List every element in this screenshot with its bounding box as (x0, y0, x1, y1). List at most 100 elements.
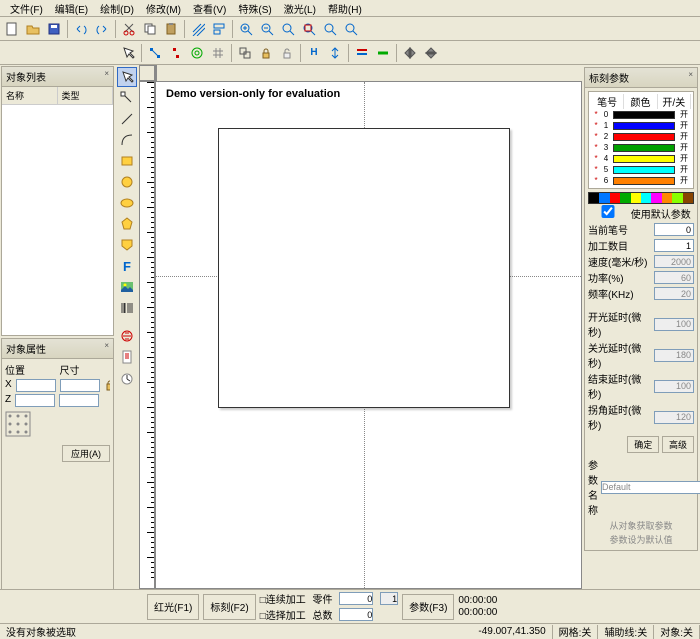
line-tool-icon[interactable] (117, 109, 137, 129)
adv-button[interactable]: 高级 (662, 436, 694, 453)
pen-row[interactable]: *5开 (591, 164, 691, 175)
speed-input[interactable] (654, 255, 694, 268)
circle-tool-icon[interactable] (117, 172, 137, 192)
zoom-sel-icon[interactable] (341, 19, 361, 39)
pen-table[interactable]: 笔号颜色开/关 *0开*1开*2开*3开*4开*5开*6开 (588, 91, 694, 189)
pen-row[interactable]: *3开 (591, 142, 691, 153)
new-icon[interactable] (2, 19, 22, 39)
z-size-input[interactable] (59, 394, 99, 407)
col-name[interactable]: 名称 (2, 87, 58, 104)
ok-button[interactable]: 确定 (627, 436, 659, 453)
pick-icon[interactable] (118, 43, 138, 63)
param-button[interactable]: 参数(F3) (402, 594, 454, 620)
menu-help[interactable]: 帮助(H) (322, 1, 368, 16)
cur-pen-input[interactable] (654, 223, 694, 236)
group-icon[interactable] (235, 43, 255, 63)
star-tool-icon[interactable] (117, 235, 137, 255)
mirror-v-icon[interactable] (421, 43, 441, 63)
rect-tool-icon[interactable] (117, 151, 137, 171)
align-h-icon[interactable]: H (304, 43, 324, 63)
hatch-icon[interactable] (188, 19, 208, 39)
poly-delay-input[interactable] (654, 411, 694, 424)
paste-icon[interactable] (161, 19, 181, 39)
zoom-fit-icon[interactable] (278, 19, 298, 39)
zoom-out-icon[interactable] (257, 19, 277, 39)
zoom-all-icon[interactable] (320, 19, 340, 39)
part-input[interactable] (339, 592, 373, 605)
use-default-check[interactable]: 使用默认参数 (588, 205, 691, 221)
zoom-window-icon[interactable] (299, 19, 319, 39)
lock-icon[interactable] (104, 379, 110, 391)
freq-input[interactable] (654, 287, 694, 300)
grid-icon[interactable] (208, 43, 228, 63)
polygon-tool-icon[interactable] (117, 214, 137, 234)
color-palette[interactable] (588, 192, 694, 204)
z-pos-input[interactable] (15, 394, 55, 407)
cut-icon[interactable] (119, 19, 139, 39)
select-tool-icon[interactable] (117, 67, 137, 87)
link-from-obj[interactable]: 从对象获取参数 (588, 519, 694, 532)
text-tool-icon[interactable] (352, 43, 372, 63)
zoom-in-icon[interactable] (236, 19, 256, 39)
col-type[interactable]: 类型 (58, 87, 114, 104)
menu-draw[interactable]: 绘制(D) (94, 1, 140, 16)
defname-input[interactable] (601, 481, 700, 494)
menu-special[interactable]: 特殊(S) (232, 1, 277, 16)
close-icon[interactable]: × (104, 341, 109, 356)
undo-icon[interactable] (71, 19, 91, 39)
power-input[interactable] (654, 271, 694, 284)
loop-input[interactable] (654, 239, 694, 252)
total-input[interactable] (339, 608, 373, 621)
node-edit2-icon[interactable] (166, 43, 186, 63)
barcode-tool-icon[interactable] (117, 298, 137, 318)
status-guide[interactable]: 辅助线:关 (598, 625, 654, 639)
align-v-icon[interactable] (325, 43, 345, 63)
x-size-input[interactable] (60, 379, 100, 392)
close-icon[interactable]: × (104, 69, 109, 84)
menu-modify[interactable]: 修改(M) (140, 1, 187, 16)
hatch-tool-icon[interactable] (117, 326, 137, 346)
pen-row[interactable]: *4开 (591, 153, 691, 164)
vector-file-icon[interactable] (117, 347, 137, 367)
menu-file[interactable]: 文件(F) (4, 1, 49, 16)
text-tool-icon[interactable]: F (117, 256, 137, 276)
status-obj[interactable]: 对象:关 (654, 625, 700, 639)
lock-icon[interactable] (256, 43, 276, 63)
timer-tool-icon[interactable] (117, 368, 137, 388)
end-delay-input[interactable] (654, 380, 694, 393)
node-tool-icon[interactable] (117, 88, 137, 108)
ellipse-tool-icon[interactable] (117, 193, 137, 213)
pen-row[interactable]: *6开 (591, 175, 691, 186)
anchor-grid-icon[interactable] (5, 411, 105, 441)
on-delay-input[interactable] (654, 318, 694, 331)
snap-icon[interactable] (187, 43, 207, 63)
mirror-h-icon[interactable] (400, 43, 420, 63)
redo-icon[interactable] (92, 19, 112, 39)
open-icon[interactable] (23, 19, 43, 39)
menu-edit[interactable]: 编辑(E) (49, 1, 94, 16)
menu-laser[interactable]: 激光(L) (278, 1, 322, 16)
curve-tool-icon[interactable] (117, 130, 137, 150)
pen-row[interactable]: *0开 (591, 109, 691, 120)
canvas[interactable]: Demo version-only for evaluation (155, 81, 582, 589)
save-icon[interactable] (44, 19, 64, 39)
array-icon[interactable] (373, 43, 393, 63)
red-light-button[interactable]: 红光(F1) (147, 594, 199, 620)
mark-button[interactable]: 标刻(F2) (203, 594, 255, 620)
select-mark-check[interactable]: □选择加工 (260, 607, 306, 622)
off-delay-input[interactable] (654, 349, 694, 362)
node-edit-icon[interactable] (145, 43, 165, 63)
unlock-icon[interactable] (277, 43, 297, 63)
copy-icon[interactable] (140, 19, 160, 39)
menu-view[interactable]: 查看(V) (187, 1, 232, 16)
object-list[interactable] (2, 105, 113, 335)
pen-row[interactable]: *1开 (591, 120, 691, 131)
bitmap-tool-icon[interactable] (117, 277, 137, 297)
align-icon[interactable] (209, 19, 229, 39)
link-set-default[interactable]: 参数设为默认值 (588, 533, 694, 546)
x-pos-input[interactable] (16, 379, 56, 392)
status-grid[interactable]: 网格:关 (553, 625, 599, 639)
close-icon[interactable]: × (688, 70, 693, 85)
pen-row[interactable]: *2开 (591, 131, 691, 142)
apply-button[interactable]: 应用(A) (62, 445, 110, 462)
